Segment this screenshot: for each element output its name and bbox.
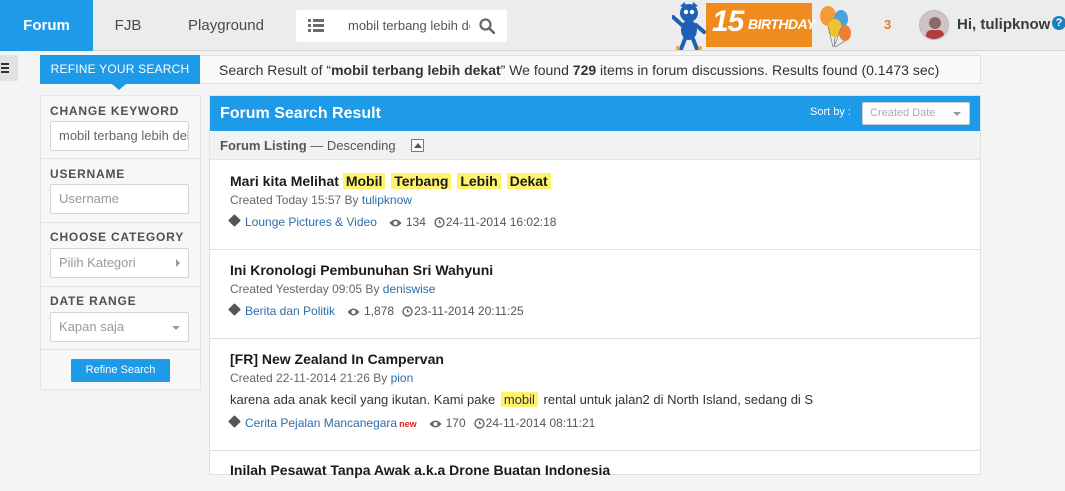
divider: [41, 286, 200, 287]
refine-sidebar: CHANGE KEYWORD mobil terbang lebih dekat…: [40, 95, 201, 390]
search-icon[interactable]: [479, 18, 495, 34]
list-item: Mari kita Melihat Mobil Terbang Lebih De…: [210, 161, 980, 250]
chevron-down-icon: [953, 112, 961, 116]
author-link[interactable]: pion: [391, 371, 414, 385]
top-navigation-bar: Forum FJB Playground mobil terbang lebih…: [0, 0, 1065, 51]
search-result-summary: Search Result of “mobil terbang lebih de…: [200, 55, 981, 84]
thread-meta: Created 22-11-2014 21:26 By pion: [230, 371, 414, 385]
date-range-select[interactable]: Kapan saja: [50, 312, 189, 342]
avatar[interactable]: [919, 10, 949, 40]
search-box[interactable]: mobil terbang lebih dekat: [296, 10, 507, 42]
sort-by-label: Sort by :: [810, 106, 851, 118]
thread-title[interactable]: Inilah Pesawat Tanpa Awak a.k.a Drone Bu…: [230, 462, 610, 478]
tab-playground[interactable]: Playground: [163, 0, 289, 51]
tag-icon: [228, 415, 241, 428]
thread-meta: Created Today 15:57 By tulipknow: [230, 193, 412, 207]
thread-title[interactable]: [FR] New Zealand In Campervan: [230, 351, 444, 367]
category-link[interactable]: Lounge Pictures & Video: [245, 215, 377, 229]
divider: [41, 349, 200, 350]
choose-category-label: CHOOSE CATEGORY: [50, 230, 185, 244]
clock-icon: [402, 306, 413, 317]
clock-icon: [434, 217, 445, 228]
list-item: Ini Kronologi Pembunuhan Sri Wahyuni Cre…: [210, 250, 980, 339]
list-item: Inilah Pesawat Tanpa Awak a.k.a Drone Bu…: [210, 451, 980, 491]
refine-search-button[interactable]: Refine Search: [71, 359, 170, 382]
tag-icon: [228, 214, 241, 227]
panel-title: Forum Search Result: [220, 105, 381, 122]
birthday-banner[interactable]: 15 BIRTHDAY: [706, 3, 816, 47]
tab-forum[interactable]: Forum: [0, 0, 93, 51]
username-label: USERNAME: [50, 167, 126, 181]
thread-meta: Created Yesterday 09:05 By deniswise: [230, 282, 436, 296]
eye-icon: [347, 308, 360, 316]
category-link[interactable]: Berita dan Politik: [245, 304, 335, 318]
author-link[interactable]: deniswise: [383, 282, 436, 296]
thread-title[interactable]: Ini Kronologi Pembunuhan Sri Wahyuni: [230, 262, 493, 278]
eye-icon: [389, 219, 402, 227]
date-range-label: DATE RANGE: [50, 294, 137, 308]
chevron-down-icon: [172, 326, 180, 330]
menu-icon[interactable]: [0, 55, 18, 81]
category-select[interactable]: Pilih Kategori: [50, 248, 189, 278]
help-icon[interactable]: ?: [1052, 16, 1065, 30]
list-icon[interactable]: [308, 19, 324, 33]
tab-fjb[interactable]: FJB: [93, 0, 163, 51]
thread-stats: Cerita Pejalan Mancanegara new 170 24-11-20…: [228, 415, 595, 431]
search-input[interactable]: mobil terbang lebih dekat: [348, 10, 470, 42]
thread-title[interactable]: Mari kita Melihat Mobil Terbang Lebih De…: [230, 173, 553, 189]
birthday-number: 15: [712, 5, 744, 38]
eye-icon: [429, 420, 442, 428]
sort-select[interactable]: Created Date: [862, 102, 970, 125]
thread-excerpt: karena ada anak kecil yang ikutan. Kami …: [230, 392, 814, 407]
user-greeting[interactable]: Hi, tulipknow: [957, 16, 1050, 33]
thread-stats: Lounge Pictures & Video 134 24-11-2014 16:…: [228, 214, 556, 230]
author-link[interactable]: tulipknow: [362, 193, 412, 207]
search-results-panel: Forum Search Result Sort by : Created Da…: [209, 95, 981, 478]
tag-icon: [228, 303, 241, 316]
keyword-field[interactable]: mobil terbang lebih dekat: [50, 121, 189, 151]
thread-stats: Berita dan Politik 1,878 23-11-2014 20:11:…: [228, 303, 524, 319]
chevron-right-icon: [176, 259, 180, 267]
birthday-text: BIRTHDAY: [748, 16, 816, 32]
list-item: [FR] New Zealand In Campervan Created 22…: [210, 339, 980, 451]
change-keyword-label: CHANGE KEYWORD: [50, 104, 180, 118]
result-count: 729: [572, 62, 597, 78]
balloons-icon: [820, 6, 851, 48]
refine-your-search-tab[interactable]: REFINE YOUR SEARCH: [40, 55, 200, 90]
new-badge: new: [399, 419, 417, 429]
notification-count[interactable]: 3: [884, 17, 891, 32]
forum-listing-bar: Forum Listing — Descending: [210, 131, 980, 160]
clock-icon: [473, 418, 485, 429]
category-link[interactable]: Cerita Pejalan Mancanegara: [245, 416, 397, 430]
username-field[interactable]: Username: [50, 184, 189, 214]
search-query: mobil terbang lebih dekat: [331, 62, 501, 78]
panel-header: Forum Search Result Sort by : Created Da…: [210, 96, 980, 131]
divider: [41, 222, 200, 223]
mascot-icon: [672, 2, 706, 50]
divider: [41, 158, 200, 159]
collapse-icon[interactable]: [411, 139, 424, 152]
